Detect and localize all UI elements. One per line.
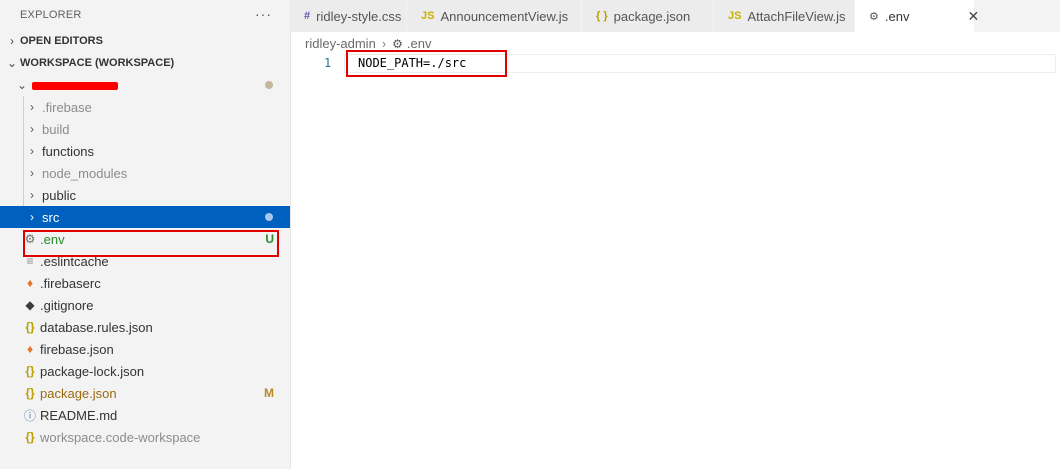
chevron-down-icon: ⌄ [6,56,18,70]
tree-item-firebase-json[interactable]: ♦ firebase.json [0,338,290,360]
modified-dot-icon [265,81,273,89]
git-icon: ◆ [25,298,35,312]
tab-package-json[interactable]: { } package.json [582,0,714,32]
sidebar-divider [290,0,291,469]
tree-item-label: .firebaserc [40,275,101,291]
open-editors-label: OPEN EDITORS [20,35,103,47]
firebase-flame-icon: ♦ [26,276,34,290]
workspace-section[interactable]: ⌄ WORKSPACE (WORKSPACE) [0,52,290,74]
tree-item-label: package-lock.json [40,363,145,379]
tab-label: AttachFileView.js [747,8,846,24]
tree-item-label: public [42,187,76,203]
js-icon: JS [421,10,435,22]
info-icon: ⓘ [23,408,36,423]
tree-item-package-lock[interactable]: {} package-lock.json [0,360,290,382]
chevron-right-icon: › [30,188,34,202]
tab-label: package.json [613,8,691,24]
json-braces-icon: {} [25,320,35,334]
indent-guide [23,140,24,162]
tab-attachfileview-js[interactable]: JS AttachFileView.js [714,0,855,32]
redacted-folder-name [32,81,118,90]
breadcrumb-folder[interactable]: ridley-admin [305,36,376,51]
tree-item-label: build [42,121,70,137]
tree-item-gitignore[interactable]: ◆ .gitignore [0,294,290,316]
breadcrumb-file[interactable]: .env [407,36,432,51]
tree-item-label: node_modules [42,165,128,181]
js-icon: JS [728,10,742,22]
chevron-right-icon: › [30,122,34,136]
tab-announcementview-js[interactable]: JS AnnouncementView.js [407,0,582,32]
explorer-title: EXPLORER [20,9,82,21]
more-actions-icon[interactable]: ··· [255,6,272,22]
tree-item-label: firebase.json [40,341,114,357]
chevron-right-icon: › [30,166,34,180]
json-braces-icon: {} [25,364,35,378]
highlight-box-env-item [23,230,279,257]
tab-label: ridley-style.css [316,8,402,24]
firebase-flame-icon: ♦ [26,342,34,356]
chevron-right-icon: › [30,100,34,114]
gear-icon: ⚙ [869,10,879,23]
tree-item-public[interactable]: › public [0,184,290,206]
tree-item-label: functions [42,143,95,159]
tree-item-label: database.rules.json [40,319,153,335]
tree-item-firebaserc[interactable]: ♦ .firebaserc [0,272,290,294]
tree-item-workspace-file[interactable]: {} workspace.code-workspace [0,426,290,448]
tree-item-label: package.json [40,385,117,401]
indent-guide [23,162,24,184]
tree-item-label: workspace.code-workspace [40,429,201,445]
chevron-right-icon: › [30,144,34,158]
editor-tabs: # ridley-style.css JS AnnouncementView.j… [290,0,1060,32]
tree-item-database-rules[interactable]: {} database.rules.json [0,316,290,338]
breadcrumb: ridley-admin › ⚙ .env [305,36,432,51]
indent-guide [23,96,24,118]
indent-guide [23,184,24,206]
chevron-right-icon: › [381,36,387,51]
modified-dot-icon [265,213,273,221]
modified-badge: M [264,386,274,400]
tab-ridley-style-css[interactable]: # ridley-style.css [290,0,407,32]
tree-item-functions[interactable]: › functions [0,140,290,162]
explorer-header: EXPLORER ··· [0,0,290,30]
tree-item-package-json[interactable]: {} package.json M [0,382,290,404]
tree-item-label: .gitignore [40,297,94,313]
tab-label: .env [884,8,910,24]
json-braces-icon: {} [25,386,35,400]
tree-item-label: .firebase [42,99,92,115]
root-folder[interactable]: ⌄ [0,74,290,96]
chevron-right-icon: › [10,34,14,48]
tree-item-label: src [42,209,60,225]
line-number: 1 [324,56,332,70]
open-editors-section[interactable]: › OPEN EDITORS [0,30,290,52]
close-icon[interactable]: ✕ [967,8,979,25]
indent-guide [23,118,24,140]
tree-item-src[interactable]: › src [0,206,290,228]
tree-item-firebase-folder[interactable]: › .firebase [0,96,290,118]
json-braces-icon: {} [25,430,35,444]
chevron-right-icon: › [30,210,34,224]
tab-env[interactable]: ⚙ .env ✕ [855,0,979,32]
json-braces-icon: { } [596,10,608,22]
highlight-box-code [346,50,507,77]
tree-item-readme[interactable]: ⓘ README.md [0,404,290,426]
css-hash-icon: # [304,10,311,22]
chevron-down-icon: ⌄ [16,78,28,92]
tree-item-node-modules[interactable]: › node_modules [0,162,290,184]
tab-label: AnnouncementView.js [440,8,569,24]
tree-item-build[interactable]: › build [0,118,290,140]
workspace-label: WORKSPACE (WORKSPACE) [20,57,175,69]
gear-icon: ⚙ [392,36,403,51]
tree-item-label: README.md [40,407,118,423]
